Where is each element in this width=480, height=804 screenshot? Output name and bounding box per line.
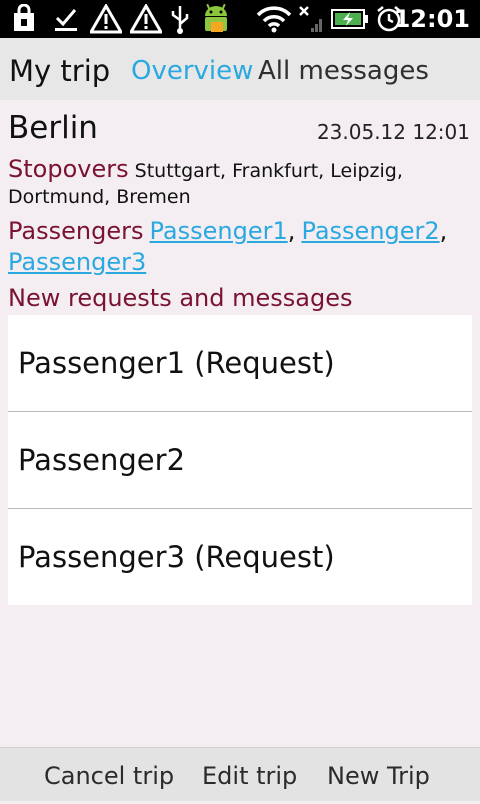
tab-bar: My trip Overview All messages: [0, 38, 480, 100]
status-time: 12:01: [393, 5, 470, 33]
list-item-label: Passenger3 (Request): [18, 540, 335, 574]
tab-all-messages[interactable]: All messages: [258, 38, 429, 100]
wifi-icon: [254, 4, 294, 34]
passenger-link-3[interactable]: Passenger3: [8, 248, 146, 276]
new-trip-button[interactable]: New Trip: [327, 748, 430, 801]
list-item[interactable]: Passenger2: [8, 412, 472, 508]
download-done-icon: [48, 4, 84, 34]
list-item[interactable]: Passenger3 (Request): [8, 509, 472, 605]
passenger-link-1[interactable]: Passenger1: [150, 217, 288, 245]
messages-list: Passenger1 (Request) Passenger2 Passenge…: [8, 315, 472, 605]
passenger-separator: ,: [439, 217, 448, 245]
warning-icon: [88, 4, 124, 34]
android-icon: [198, 3, 234, 34]
page-title: My trip: [9, 54, 111, 88]
passengers-row: Passengers Passenger1, Passenger2,: [8, 215, 472, 249]
edit-trip-button[interactable]: Edit trip: [202, 748, 297, 801]
trip-datetime: 23.05.12 12:01: [316, 120, 470, 144]
tab-overview[interactable]: Overview: [131, 38, 253, 100]
stopovers-row: Stopovers Stuttgart, Frankfurt, Leipzig,: [8, 155, 472, 185]
list-item-label: Passenger1 (Request): [18, 346, 335, 380]
destination-title: Berlin: [8, 110, 98, 146]
passengers-row-2: Passenger3: [8, 246, 472, 280]
lock-bag-icon: [6, 4, 42, 34]
stopovers-list-1: Stuttgart, Frankfurt, Leipzig,: [134, 160, 403, 182]
passengers-label: Passengers: [8, 217, 144, 245]
passenger-separator: ,: [287, 217, 296, 245]
list-item[interactable]: Passenger1 (Request): [8, 315, 472, 411]
battery-charging-icon: [330, 4, 370, 34]
usb-icon: [166, 4, 194, 34]
bottom-action-bar: Cancel trip Edit trip New Trip: [0, 747, 480, 801]
stopovers-list-2: Dortmund, Bremen: [8, 186, 191, 208]
stopovers-label: Stopovers: [8, 155, 129, 183]
new-requests-heading-row: New requests and messages: [8, 283, 472, 315]
cancel-trip-button[interactable]: Cancel trip: [44, 748, 174, 801]
no-signal-icon: [296, 4, 326, 34]
trip-overview: Berlin 23.05.12 12:01 Stopovers Stuttgar…: [8, 100, 472, 745]
status-bar: 12:01: [0, 0, 480, 38]
list-item-label: Passenger2: [18, 443, 186, 477]
new-requests-heading: New requests and messages: [8, 284, 353, 312]
warning-icon: [128, 4, 164, 34]
stopovers-row-2: Dortmund, Bremen: [8, 183, 472, 211]
passenger-link-2[interactable]: Passenger2: [301, 217, 439, 245]
